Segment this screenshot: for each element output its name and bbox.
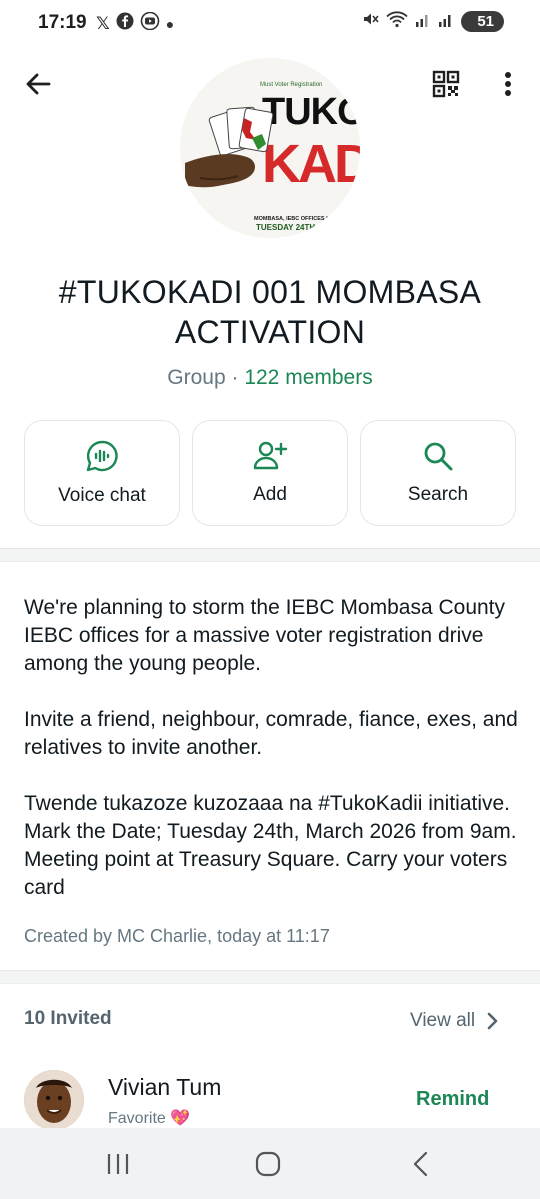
add-member-button[interactable]: Add <box>192 420 348 526</box>
search-button[interactable]: Search <box>360 420 516 526</box>
group-description[interactable]: We're planning to storm the IEBC Mombasa… <box>24 594 524 902</box>
poster-headline-2: KADI <box>262 134 360 194</box>
recent-apps-button[interactable] <box>98 1148 138 1180</box>
action-buttons-row: Voice chat Add Search <box>24 420 516 526</box>
back-nav-icon <box>413 1151 428 1177</box>
wifi-icon <box>386 10 408 33</box>
status-bar: 17:19 𝕏 ● 51 <box>0 0 540 48</box>
view-all-label: View all <box>410 1010 476 1031</box>
back-button[interactable] <box>18 64 58 104</box>
search-icon <box>424 442 453 471</box>
voice-chat-button[interactable]: Voice chat <box>24 420 180 526</box>
members-count[interactable]: 122 members <box>244 366 372 389</box>
more-vertical-icon <box>505 72 511 96</box>
signal-icon <box>438 10 454 33</box>
home-button[interactable] <box>248 1148 288 1180</box>
invited-contact-row[interactable]: Vivian Tum Favorite 💖 Remind <box>0 1066 540 1132</box>
add-label: Add <box>253 484 287 505</box>
status-notification-icons: 𝕏 ● <box>96 11 175 35</box>
add-person-icon <box>253 441 288 470</box>
youtube-icon <box>140 11 160 35</box>
contact-status: Favorite 💖 <box>108 1110 191 1127</box>
group-title: #TUKOKADI 001 MOMBASA ACTIVATION <box>58 274 482 350</box>
voice-chat-icon <box>86 440 118 472</box>
group-subtitle: Group · 122 members <box>0 366 540 390</box>
avatar <box>24 1070 84 1130</box>
group-avatar[interactable]: Must Voter Registration TUKO KADI MOMBAS… <box>180 58 360 238</box>
chevron-right-icon <box>487 1012 498 1030</box>
contact-name: Vivian Tum <box>108 1074 222 1100</box>
facebook-icon <box>116 12 134 35</box>
back-nav-button[interactable] <box>400 1148 440 1180</box>
status-time: 17:19 <box>38 12 87 33</box>
voice-chat-label: Voice chat <box>58 485 146 506</box>
section-divider <box>0 970 540 984</box>
description-paragraph: We're planning to storm the IEBC Mombasa… <box>24 596 506 675</box>
poster-tagline: Must Voter Registration <box>260 82 322 88</box>
search-label: Search <box>407 484 469 505</box>
arrow-left-icon <box>26 73 51 95</box>
description-paragraph: Twende tukazoze kuzozaaa na #TukoKadii i… <box>24 792 517 899</box>
qr-code-icon <box>432 70 460 98</box>
qr-code-button[interactable] <box>426 64 466 104</box>
mute-icon <box>361 10 379 33</box>
poster-location: MOMBASA, IEBC OFFICES KIZIN <box>254 216 341 222</box>
description-paragraph: Invite a friend, neighbour, comrade, fia… <box>24 708 518 759</box>
battery-indicator: 51 <box>461 11 504 32</box>
status-system-icons: 51 <box>361 10 504 33</box>
recent-apps-icon <box>107 1154 129 1174</box>
subtitle-separator: · <box>225 366 245 389</box>
invited-heading: 10 Invited <box>24 1008 112 1029</box>
view-all-button[interactable]: View all <box>410 1010 499 1032</box>
more-options-button[interactable] <box>488 64 528 104</box>
dot-icon: ● <box>165 15 175 32</box>
group-type: Group <box>167 366 226 389</box>
system-navigation-bar <box>0 1128 540 1199</box>
remind-button[interactable]: Remind <box>416 1088 489 1111</box>
created-by-info: Created by MC Charlie, today at 11:17 <box>24 926 330 946</box>
section-divider <box>0 548 540 562</box>
group-poster-image: Must Voter Registration TUKO KADI MOMBAS… <box>180 58 360 238</box>
signal-icon <box>415 10 431 33</box>
x-icon: 𝕏 <box>96 13 110 33</box>
home-icon <box>255 1151 281 1177</box>
poster-date: TUESDAY 24TH M <box>256 223 324 232</box>
